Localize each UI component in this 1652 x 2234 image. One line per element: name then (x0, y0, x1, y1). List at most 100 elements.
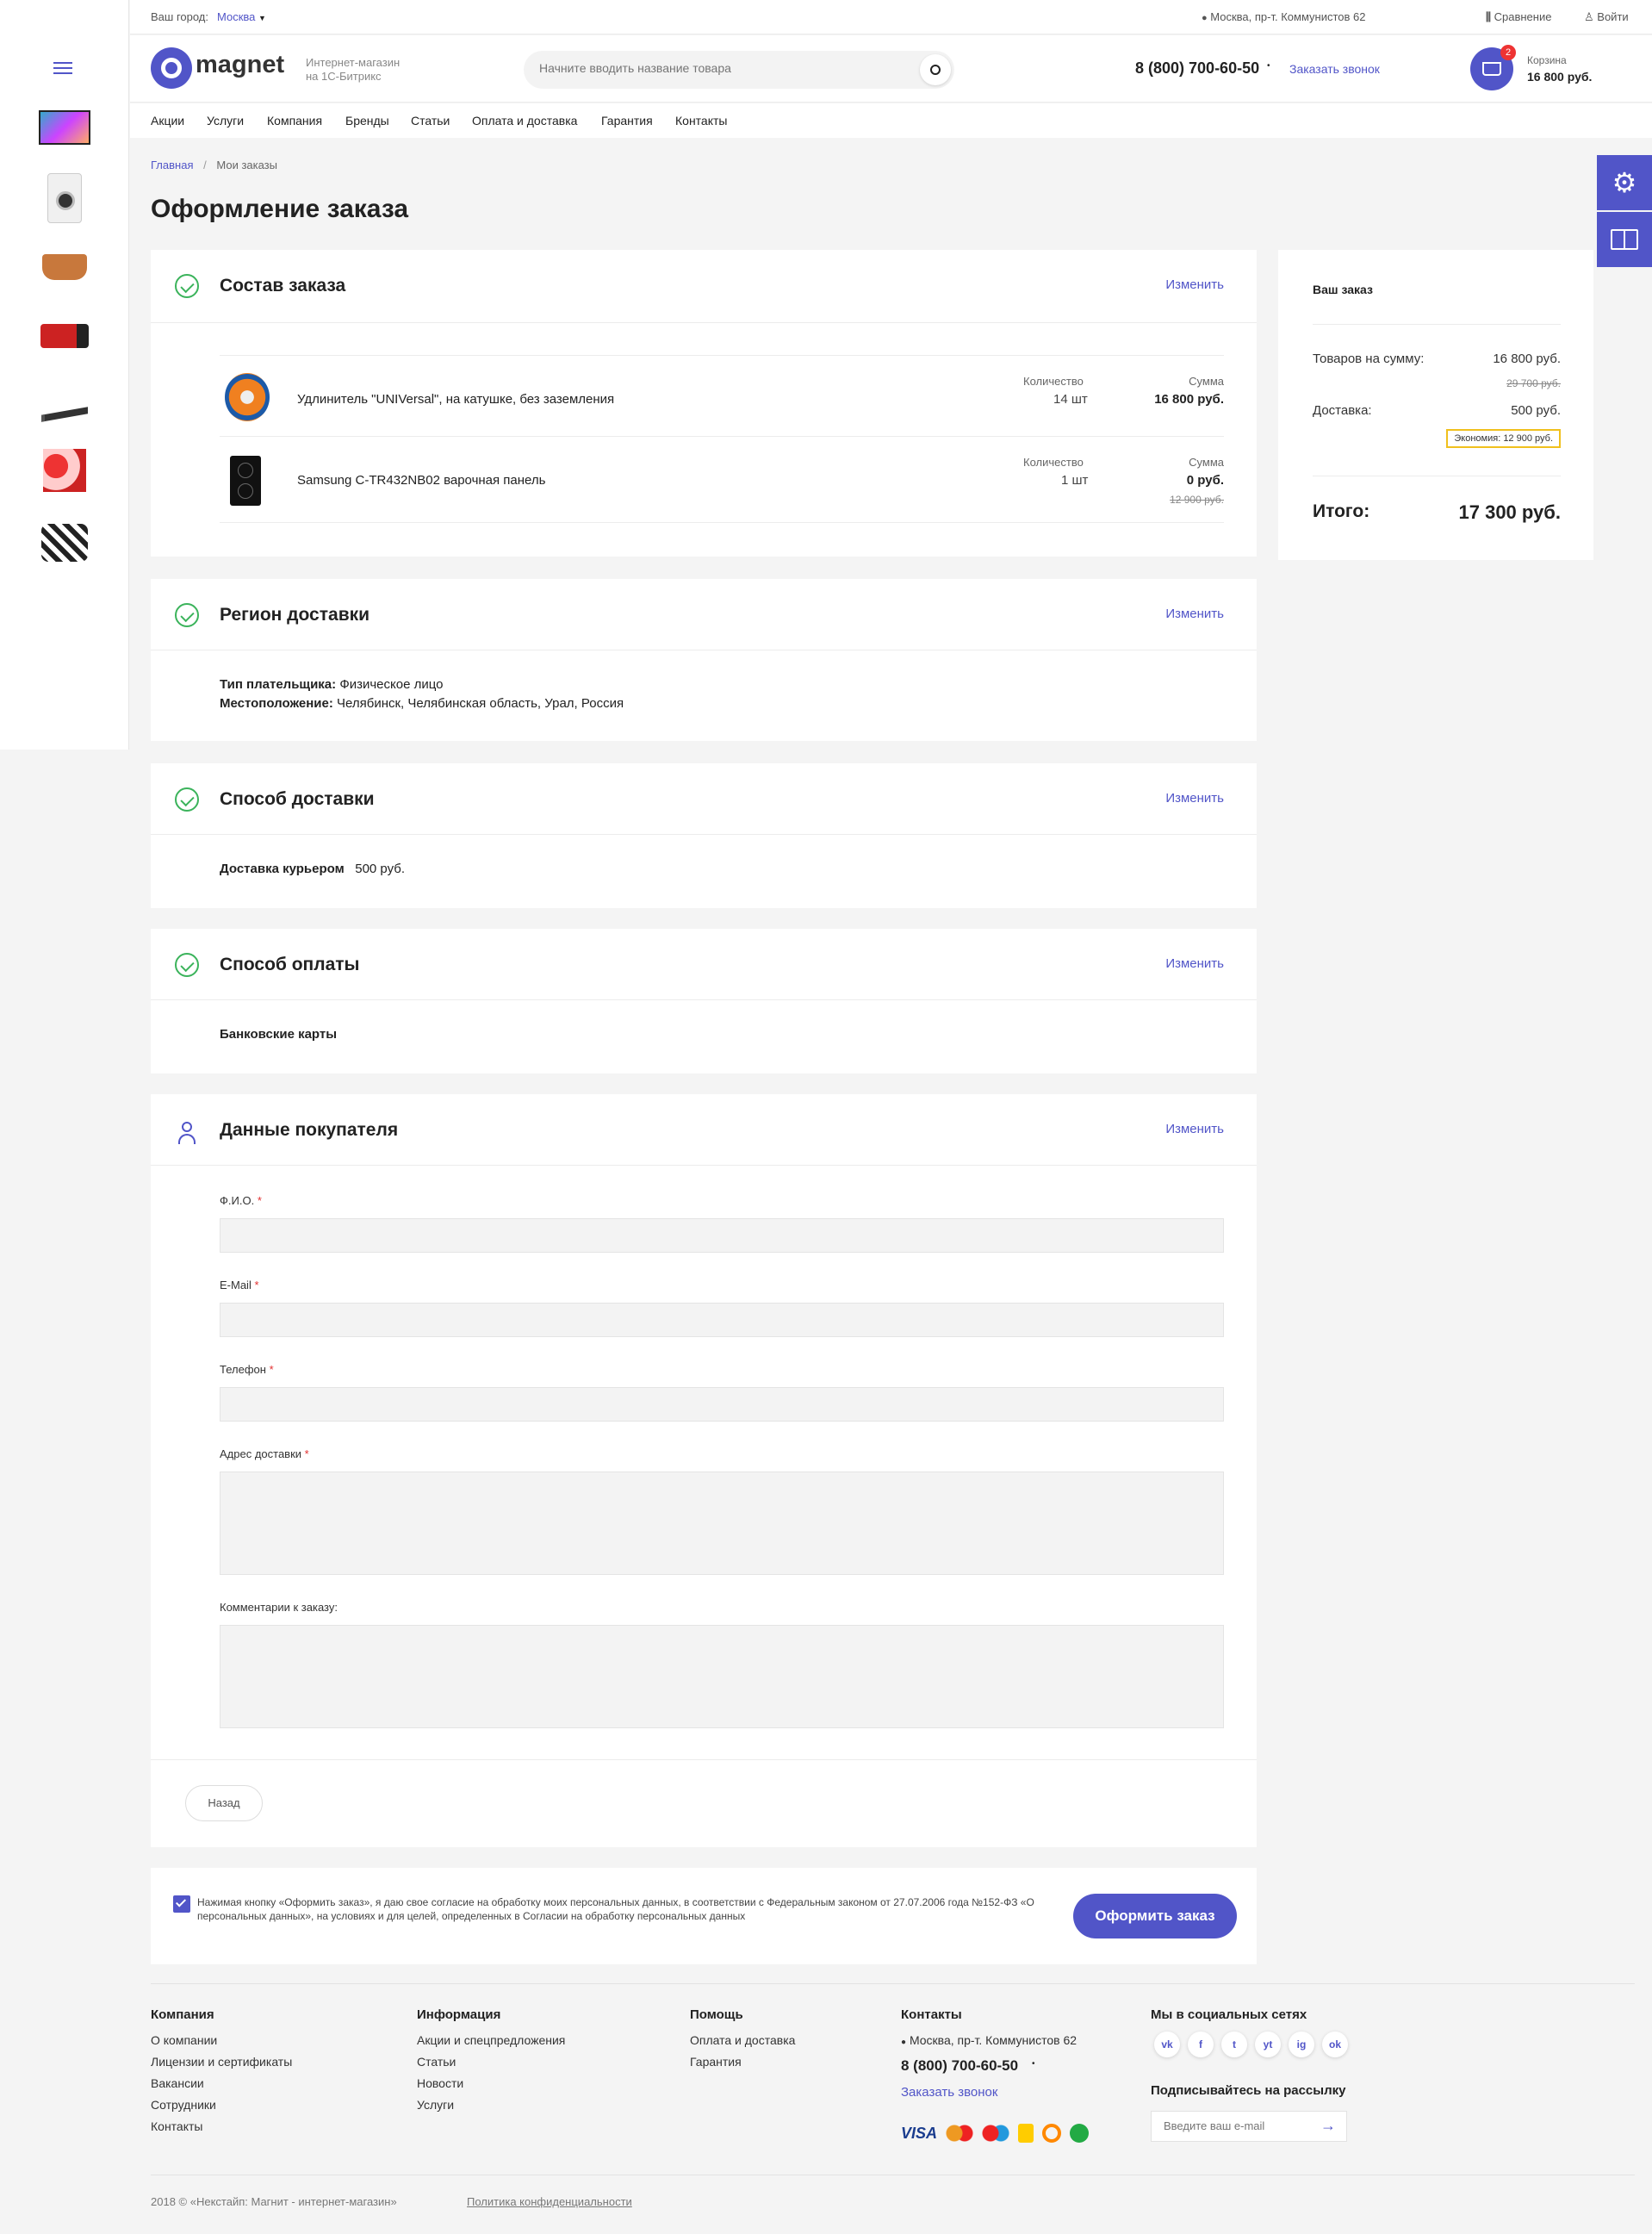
subscribe-email-input[interactable] (1164, 2119, 1310, 2132)
footer-subscribe-title: Подписывайтесь на рассылку (1151, 2083, 1346, 2098)
catalog-accessories-thumb[interactable] (34, 445, 95, 496)
catalog-widget[interactable] (1597, 212, 1652, 267)
change-link[interactable]: Изменить (1165, 607, 1224, 621)
cart-label: Корзина (1527, 54, 1567, 66)
footer-link[interactable]: О компании (151, 2033, 217, 2047)
catalog-drill-thumb[interactable] (34, 310, 95, 362)
sum-value: 0 руб. (1186, 473, 1224, 488)
divider (151, 1759, 1257, 1760)
fio-label: Ф.И.О. * (220, 1194, 262, 1207)
payer-type: Тип плательщика: Физическое лицо (220, 677, 444, 692)
address-label-text: Адрес доставки (220, 1447, 302, 1460)
nav-item-contacts[interactable]: Контакты (675, 114, 727, 128)
odnoklassniki-icon[interactable]: ok (1322, 2032, 1348, 2057)
catalog-tv-thumb[interactable] (34, 102, 95, 153)
footer-link[interactable]: Акции и спецпредложения (417, 2033, 565, 2047)
footer-link[interactable]: Статьи (417, 2055, 456, 2069)
footer-callback-link[interactable]: Заказать звонок (901, 2085, 997, 2100)
cart-button[interactable]: 2 (1470, 45, 1516, 90)
submit-order-button[interactable]: Оформить заказ (1073, 1894, 1237, 1938)
twitter-icon[interactable]: t (1221, 2032, 1247, 2057)
nav-item-warranty[interactable]: Гарантия (601, 114, 653, 128)
delivery-label: Доставка: (1313, 403, 1372, 418)
consent-block: Нажимая кнопку «Оформить заказ», я даю с… (151, 1868, 1257, 1964)
footer-link[interactable]: Гарантия (690, 2055, 742, 2069)
product-name[interactable]: Samsung C-TR432NB02 варочная панель (297, 473, 545, 488)
footer-link[interactable]: Вакансии (151, 2076, 204, 2090)
email-field[interactable] (220, 1303, 1224, 1337)
nav-item-brands[interactable]: Бренды (345, 114, 389, 128)
login-label[interactable]: Войти (1597, 10, 1628, 23)
privacy-policy-link[interactable]: Политика конфиденциальности (467, 2195, 632, 2208)
change-link[interactable]: Изменить (1165, 277, 1224, 292)
city-name[interactable]: Москва (217, 10, 255, 23)
footer-link[interactable]: Лицензии и сертификаты (151, 2055, 292, 2069)
product-image[interactable] (230, 456, 261, 506)
vk-icon[interactable]: vk (1154, 2032, 1180, 2057)
breadcrumb-home[interactable]: Главная (151, 159, 193, 171)
search-button[interactable] (920, 54, 951, 85)
compare-link[interactable]: ⫼ Сравнение (1486, 10, 1551, 24)
comment-textarea[interactable] (220, 1625, 1224, 1728)
login-link[interactable]: ♙ Войти (1584, 10, 1629, 24)
nav-item-promo[interactable]: Акции (151, 114, 184, 128)
subscribe-box: → (1151, 2111, 1347, 2142)
catalog-pot-thumb[interactable] (34, 241, 95, 293)
catalog-treadmill-thumb[interactable] (34, 376, 95, 427)
sum-label: Сумма (1189, 456, 1224, 469)
left-catalog-rail (0, 0, 129, 750)
nav-item-company[interactable]: Компания (267, 114, 322, 128)
section-title: Способ оплаты (220, 955, 360, 974)
nav-item-delivery[interactable]: Оплата и доставка (472, 114, 577, 128)
location-pin-icon: ● (1202, 13, 1208, 23)
footer-link[interactable]: Сотрудники (151, 2098, 216, 2112)
youtube-icon[interactable]: yt (1255, 2032, 1281, 2057)
main-header: magnet Интернет-магазин на 1С-Битрикс 8 … (130, 35, 1652, 103)
required-mark: * (254, 1279, 259, 1291)
product-image[interactable] (225, 373, 270, 421)
location-label: Местоположение: (220, 696, 333, 711)
user-icon: ♙ (1584, 10, 1594, 23)
instagram-icon[interactable]: ig (1289, 2032, 1314, 2057)
phone-field[interactable] (220, 1387, 1224, 1422)
nav-item-services[interactable]: Услуги (207, 114, 244, 128)
cart-total[interactable]: 16 800 руб. (1527, 70, 1592, 84)
change-link[interactable]: Изменить (1165, 791, 1224, 806)
footer-address-text: Москва, пр-т. Коммунистов 62 (909, 2033, 1078, 2047)
settings-widget[interactable]: ⚙ (1597, 155, 1652, 210)
phone-dropdown-icon[interactable]: • (1267, 61, 1270, 71)
footer-link[interactable]: Контакты (151, 2119, 202, 2133)
change-link[interactable]: Изменить (1165, 1122, 1224, 1136)
logo-icon[interactable] (151, 47, 192, 89)
address-textarea[interactable] (220, 1472, 1224, 1575)
product-name[interactable]: Удлинитель "UNIVersal", на катушке, без … (297, 392, 614, 407)
nav-item-articles[interactable]: Статьи (411, 114, 450, 128)
change-link[interactable]: Изменить (1165, 956, 1224, 971)
phone-dropdown-icon[interactable]: • (1032, 2059, 1035, 2069)
footer-divider (151, 1983, 1635, 1984)
arrow-right-icon[interactable]: → (1320, 2117, 1336, 2135)
search-input[interactable] (539, 61, 901, 75)
footer-link[interactable]: Услуги (417, 2098, 454, 2112)
search-box (524, 51, 954, 89)
header-phone[interactable]: 8 (800) 700-60-50 (1135, 59, 1259, 78)
summary-title: Ваш заказ (1313, 283, 1373, 296)
search-icon (930, 65, 941, 75)
city-selector[interactable]: Москва ▼ (217, 10, 266, 23)
back-button[interactable]: Назад (185, 1785, 263, 1821)
breadcrumb-separator: / (203, 159, 207, 171)
goods-old-sum: 29 700 руб. (1506, 377, 1561, 389)
facebook-icon[interactable]: f (1188, 2032, 1214, 2057)
logo-text[interactable]: magnet (196, 51, 284, 79)
footer-link[interactable]: Оплата и доставка (690, 2033, 795, 2047)
catalog-washer-thumb[interactable] (34, 172, 95, 224)
callback-link[interactable]: Заказать звонок (1289, 62, 1380, 76)
consent-checkbox[interactable] (173, 1895, 190, 1913)
footer-phone[interactable]: 8 (800) 700-60-50 (901, 2057, 1018, 2075)
compare-label[interactable]: Сравнение (1494, 10, 1552, 23)
section-title: Способ доставки (220, 789, 375, 809)
footer-link[interactable]: Новости (417, 2076, 463, 2090)
menu-icon[interactable] (53, 62, 72, 74)
catalog-pets-thumb[interactable] (34, 517, 95, 569)
fio-field[interactable] (220, 1218, 1224, 1253)
